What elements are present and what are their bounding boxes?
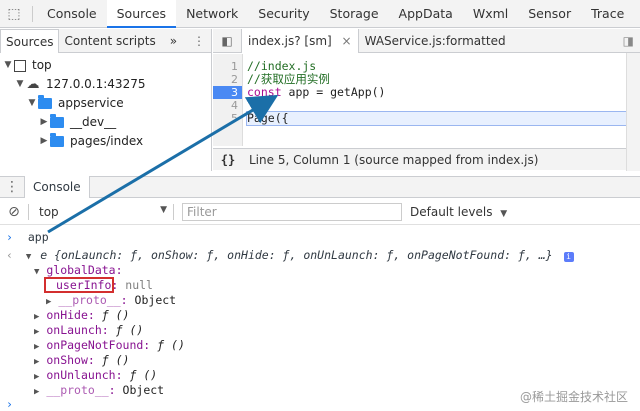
watermark: @稀土掘金技术社区 (519, 390, 628, 404)
arrow-line (47, 94, 279, 234)
annotation-arrow (47, 94, 279, 234)
